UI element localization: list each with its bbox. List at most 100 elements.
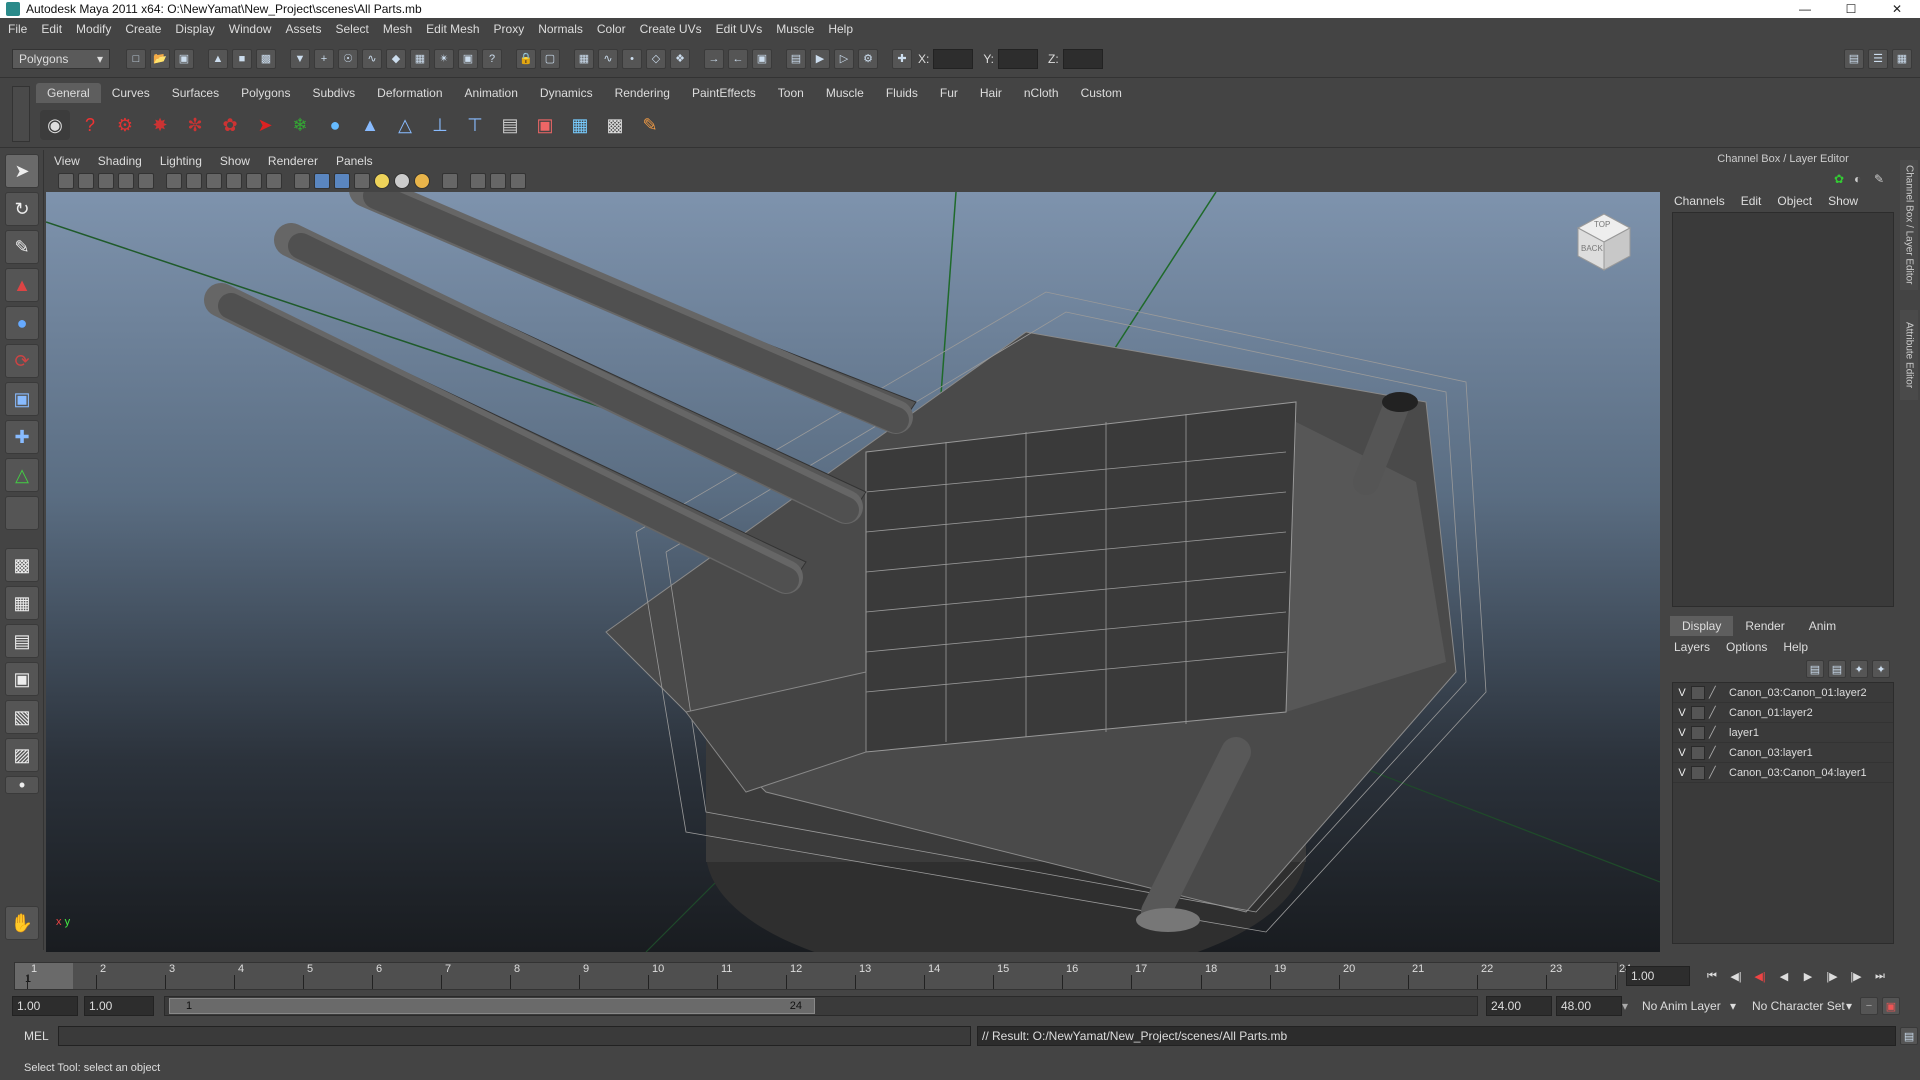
menu-create-uvs[interactable]: Create UVs [640, 22, 702, 36]
output-ops-icon[interactable]: ← [728, 48, 748, 69]
close-button[interactable]: ✕ [1874, 0, 1920, 18]
default-lighting-icon[interactable] [374, 173, 390, 189]
lock-selection-icon[interactable]: 🔒 [516, 48, 536, 69]
shelf-help-icon[interactable]: ? [75, 110, 105, 140]
layer-visibility-toggle[interactable]: V [1673, 747, 1691, 759]
select-rendering-icon[interactable]: ▣ [458, 48, 478, 69]
layer-row[interactable]: V ╱ Canon_03:Canon_04:layer1 [1673, 763, 1893, 783]
command-language-label[interactable]: MEL [0, 1029, 58, 1043]
y-field[interactable] [998, 48, 1039, 69]
select-curves-icon[interactable]: ∿ [362, 48, 382, 69]
channel-box-menu-object[interactable]: Object [1777, 194, 1812, 208]
playback-start-field[interactable]: 1.00 [84, 996, 154, 1016]
safe-action-icon[interactable] [246, 173, 262, 189]
layer-row[interactable]: V ╱ Canon_03:layer1 [1673, 743, 1893, 763]
character-set-dropdown[interactable]: No Character Set ▾ [1746, 996, 1858, 1016]
layer-menu-options[interactable]: Options [1726, 640, 1767, 654]
layer-tab-render[interactable]: Render [1733, 616, 1796, 636]
persp-graph-layout-icon[interactable]: ▣ [5, 662, 39, 696]
layer-move-up-icon[interactable]: ▤ [1806, 660, 1824, 678]
animation-preferences-icon[interactable]: ▣ [1882, 997, 1900, 1015]
shelf-cylinder-icon[interactable]: ▩ [600, 110, 630, 140]
show-attribute-editor-icon[interactable]: ▤ [1844, 48, 1864, 69]
panel-menu-lighting[interactable]: Lighting [160, 154, 202, 168]
select-tool-icon[interactable]: ➤ [5, 154, 39, 188]
xray-icon[interactable] [470, 173, 486, 189]
shelf-paint-icon[interactable]: ✎ [635, 110, 665, 140]
start-time-field[interactable]: 1.00 [12, 996, 78, 1016]
layer-playback-toggle[interactable] [1691, 765, 1705, 780]
menu-modify[interactable]: Modify [76, 22, 111, 36]
lasso-tool-icon[interactable]: ↻ [5, 192, 39, 226]
paint-select-tool-icon[interactable]: ✎ [5, 230, 39, 264]
select-object-icon[interactable]: ■ [232, 48, 252, 69]
new-layer-selected-icon[interactable]: ✦ [1872, 660, 1890, 678]
go-to-start-icon[interactable]: ⏮ [1700, 966, 1724, 986]
channel-box-menu-show[interactable]: Show [1828, 194, 1858, 208]
select-surfaces-icon[interactable]: ◆ [386, 48, 406, 69]
shelf-tab-fur[interactable]: Fur [929, 83, 969, 103]
shelf-tab-animation[interactable]: Animation [454, 83, 529, 103]
auto-key-icon[interactable]: − [1860, 997, 1878, 1015]
panel-menu-shading[interactable]: Shading [98, 154, 142, 168]
menu-mesh[interactable]: Mesh [383, 22, 412, 36]
layer-visibility-toggle[interactable]: V [1673, 687, 1691, 699]
shelf-lasso-icon[interactable]: ✿ [215, 110, 245, 140]
shelf-gear-icon[interactable]: ⚙ [110, 110, 140, 140]
snap-view-plane-icon[interactable]: ◇ [646, 48, 666, 69]
shelf-tab-rendering[interactable]: Rendering [604, 83, 681, 103]
soft-modification-icon[interactable]: △ [5, 458, 39, 492]
four-view-layout-icon[interactable]: ▦ [5, 586, 39, 620]
layer-row[interactable]: V ╱ layer1 [1673, 723, 1893, 743]
menu-proxy[interactable]: Proxy [494, 22, 525, 36]
z-field[interactable] [1062, 48, 1103, 69]
resolution-gate-icon[interactable] [186, 173, 202, 189]
menu-file[interactable]: File [8, 22, 27, 36]
gate-mask-icon[interactable] [206, 173, 222, 189]
shelf-tab-fluids[interactable]: Fluids [875, 83, 929, 103]
step-forward-key-icon[interactable]: |▶ [1844, 966, 1868, 986]
smooth-shade-icon[interactable] [314, 173, 330, 189]
go-to-end-icon[interactable]: ⏭ [1868, 966, 1892, 986]
snap-point-icon[interactable]: • [622, 48, 642, 69]
xray-joints-icon[interactable] [490, 173, 506, 189]
script-editor-icon[interactable]: ▤ [1900, 1027, 1919, 1045]
layer-playback-toggle[interactable] [1691, 745, 1705, 760]
end-time-field[interactable]: 48.00 [1556, 996, 1622, 1016]
channel-box-area[interactable] [1672, 212, 1894, 607]
menu-create[interactable]: Create [125, 22, 161, 36]
play-forwards-icon[interactable]: ▶ [1796, 966, 1820, 986]
make-live-icon[interactable]: ❖ [670, 48, 690, 69]
channel-box-pen-icon[interactable]: ✎ [1874, 172, 1890, 188]
grid-toggle-icon[interactable] [138, 173, 154, 189]
shelf-joint-icon[interactable]: ▲ [355, 110, 385, 140]
layer-menu-help[interactable]: Help [1783, 640, 1808, 654]
channel-box-clock-icon[interactable]: ◐ [1854, 172, 1870, 188]
film-gate-icon[interactable] [166, 173, 182, 189]
rotate-tool-icon[interactable]: ⟳ [5, 344, 39, 378]
image-plane-icon[interactable] [118, 173, 134, 189]
step-forward-frame-icon[interactable]: |▶ [1820, 966, 1844, 986]
sculpt-tool-icon[interactable]: ▲ [5, 268, 39, 302]
textured-icon[interactable] [354, 173, 370, 189]
range-handle[interactable]: 1 24 [169, 998, 815, 1014]
shelf-tab-painteffects[interactable]: PaintEffects [681, 83, 767, 103]
layer-visibility-toggle[interactable]: V [1673, 707, 1691, 719]
shelf-skin-icon[interactable]: ⊥ [425, 110, 455, 140]
menu-color[interactable]: Color [597, 22, 626, 36]
menuset-dropdown[interactable]: Polygons ▾ [12, 48, 110, 69]
show-tool-settings-icon[interactable]: ☰ [1868, 48, 1888, 69]
layer-visibility-toggle[interactable]: V [1673, 727, 1691, 739]
menu-display[interactable]: Display [175, 22, 214, 36]
layer-playback-toggle[interactable] [1691, 725, 1705, 740]
shelf-tab-polygons[interactable]: Polygons [230, 83, 301, 103]
isolate-select-icon[interactable] [442, 173, 458, 189]
side-tab-attribute-editor[interactable]: Attribute Editor [1900, 310, 1918, 400]
construction-history-icon[interactable]: ▣ [752, 48, 772, 69]
menu-assets[interactable]: Assets [285, 22, 321, 36]
shelf-ik-icon[interactable]: △ [390, 110, 420, 140]
shelf-sphere-icon[interactable]: ● [320, 110, 350, 140]
minimize-button[interactable]: — [1782, 0, 1828, 18]
field-chart-icon[interactable] [226, 173, 242, 189]
menu-edit-mesh[interactable]: Edit Mesh [426, 22, 479, 36]
